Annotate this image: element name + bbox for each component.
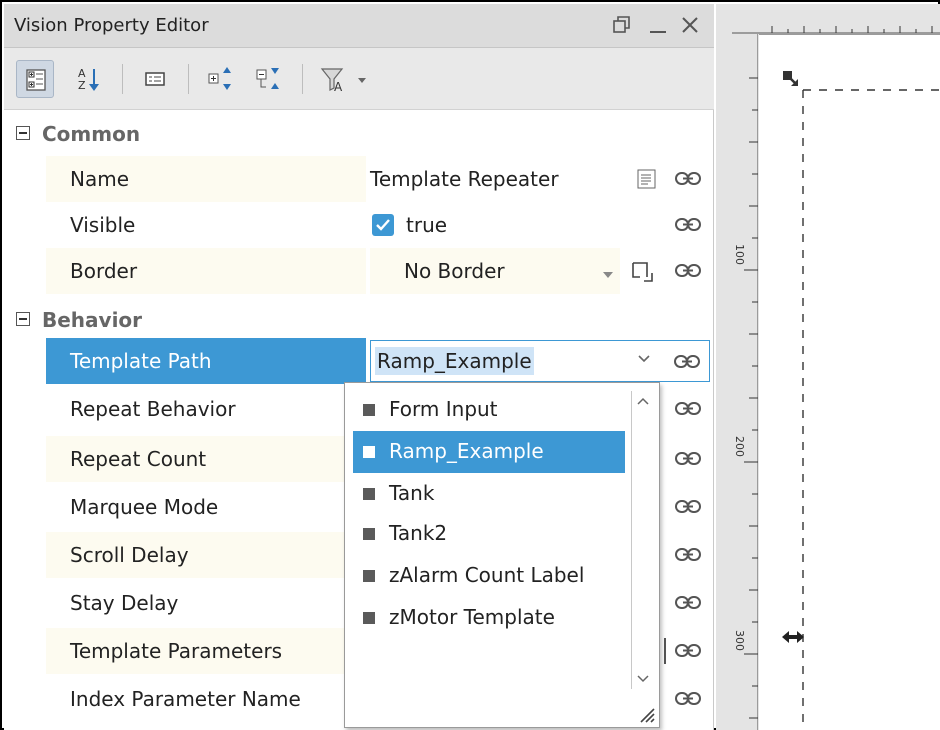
application-frame: Vision Property Editor A Z A Common Name… — [0, 0, 940, 730]
template-icon — [363, 612, 375, 624]
close-icon[interactable] — [676, 10, 704, 40]
categorized-icon[interactable] — [16, 60, 54, 98]
border-editor-icon[interactable] — [630, 260, 654, 288]
category-behavior[interactable]: Behavior — [4, 296, 714, 344]
property-view-icon[interactable] — [136, 60, 174, 98]
collapse-all-icon[interactable] — [250, 60, 288, 98]
editor-divider — [664, 638, 666, 664]
dropdown-item[interactable]: zAlarm Count Label — [353, 555, 625, 597]
chevron-down-icon[interactable] — [637, 351, 651, 370]
property-row-border[interactable]: Border No Border — [46, 248, 714, 294]
ruler-label: 200 — [733, 436, 746, 458]
property-label: Stay Delay — [46, 580, 366, 626]
binding-link-icon[interactable] — [674, 687, 702, 711]
chevron-down-icon[interactable] — [602, 265, 614, 284]
restore-icon[interactable] — [608, 10, 636, 40]
collapse-toggle-icon[interactable] — [16, 312, 30, 326]
category-label: Common — [42, 122, 141, 146]
filter-icon[interactable]: A — [316, 60, 376, 98]
design-canvas[interactable] — [759, 34, 940, 730]
binding-link-icon[interactable] — [674, 543, 702, 567]
template-icon — [363, 446, 375, 458]
dropdown-item[interactable]: Tank — [353, 473, 625, 515]
dropdown-item-label: zAlarm Count Label — [389, 563, 585, 587]
panel-title: Vision Property Editor — [14, 15, 209, 36]
property-editor-panel: Vision Property Editor A Z A Common Name… — [4, 4, 714, 730]
dropdown-item-label: zMotor Template — [389, 605, 555, 629]
ruler-label-text: 300 — [733, 630, 746, 651]
expand-all-icon[interactable] — [202, 60, 240, 98]
binding-link-icon[interactable] — [673, 350, 701, 374]
dropdown-item-label: Form Input — [389, 397, 498, 421]
dropdown-item-label: Tank2 — [389, 521, 448, 545]
panel-title-bar: Vision Property Editor — [4, 4, 714, 48]
template-path-input[interactable]: Ramp_Example — [375, 347, 534, 375]
property-row-template-path[interactable]: Template Path Ramp_Example — [46, 338, 714, 384]
property-value-border[interactable]: No Border — [370, 248, 620, 294]
binding-link-icon[interactable] — [674, 213, 702, 237]
property-label: Template Path — [46, 338, 366, 384]
resize-handle-icon[interactable] — [781, 69, 801, 93]
property-label: Scroll Delay — [46, 532, 366, 578]
template-icon — [363, 404, 375, 416]
binding-link-icon[interactable] — [674, 397, 702, 421]
minimize-icon[interactable] — [644, 10, 672, 40]
template-icon — [363, 528, 375, 540]
horizontal-ruler — [732, 4, 940, 34]
svg-text:A: A — [334, 80, 343, 94]
binding-link-icon[interactable] — [674, 447, 702, 471]
dropdown-scrollbar[interactable] — [631, 391, 653, 689]
dropdown-item-label: Ramp_Example — [389, 439, 544, 463]
text-editor-icon[interactable] — [636, 168, 658, 194]
resize-grip-icon[interactable] — [637, 705, 655, 723]
property-label: Visible — [46, 202, 366, 248]
property-value-name[interactable]: Template Repeater — [370, 156, 676, 202]
template-path-combobox[interactable]: Ramp_Example — [370, 340, 710, 382]
property-label: Index Parameter Name — [46, 676, 366, 722]
vertical-ruler: 100 200 300 — [732, 34, 758, 730]
property-label: Repeat Count — [46, 436, 366, 482]
designer-area: 100 200 300 — [716, 4, 940, 730]
property-row-visible[interactable]: Visible true — [46, 202, 714, 248]
template-icon — [363, 570, 375, 582]
template-path-dropdown[interactable]: Form Input Ramp_Example Tank Tank2 zAlar… — [344, 382, 660, 728]
horizontal-resize-icon[interactable] — [781, 629, 805, 649]
chevron-down-icon[interactable] — [632, 667, 654, 689]
binding-link-icon[interactable] — [674, 639, 702, 663]
category-label: Behavior — [42, 308, 143, 332]
property-label: Name — [46, 156, 366, 202]
sort-alphabetical-icon[interactable]: A Z — [70, 60, 108, 98]
binding-link-icon[interactable] — [674, 259, 702, 283]
dropdown-item[interactable]: zMotor Template — [353, 597, 625, 639]
property-row-name[interactable]: Name Template Repeater — [46, 156, 714, 202]
binding-link-icon[interactable] — [674, 167, 702, 191]
property-label: Border — [46, 248, 366, 294]
property-value-visible: true — [406, 213, 448, 237]
property-label: Marquee Mode — [46, 484, 366, 530]
dropdown-item[interactable]: Tank2 — [353, 513, 625, 555]
svg-text:Z: Z — [78, 79, 86, 92]
property-label: Repeat Behavior — [46, 386, 366, 432]
binding-link-icon[interactable] — [674, 495, 702, 519]
binding-link-icon[interactable] — [674, 591, 702, 615]
ruler-label: 100 — [733, 244, 746, 266]
property-label: Template Parameters — [46, 628, 366, 674]
dropdown-item[interactable]: Form Input — [353, 389, 625, 431]
category-common[interactable]: Common — [4, 110, 714, 158]
template-icon — [363, 488, 375, 500]
chevron-up-icon[interactable] — [632, 391, 654, 413]
dropdown-item-label: Tank — [389, 481, 435, 505]
ruler-label: 300 — [733, 630, 746, 652]
collapse-toggle-icon[interactable] — [16, 126, 30, 140]
ruler-label-text: 200 — [733, 436, 746, 457]
visible-checkbox[interactable] — [372, 214, 394, 236]
ruler-label-text: 100 — [733, 244, 746, 265]
dropdown-item-selected[interactable]: Ramp_Example — [353, 431, 625, 473]
property-toolbar: A Z A — [4, 48, 714, 110]
